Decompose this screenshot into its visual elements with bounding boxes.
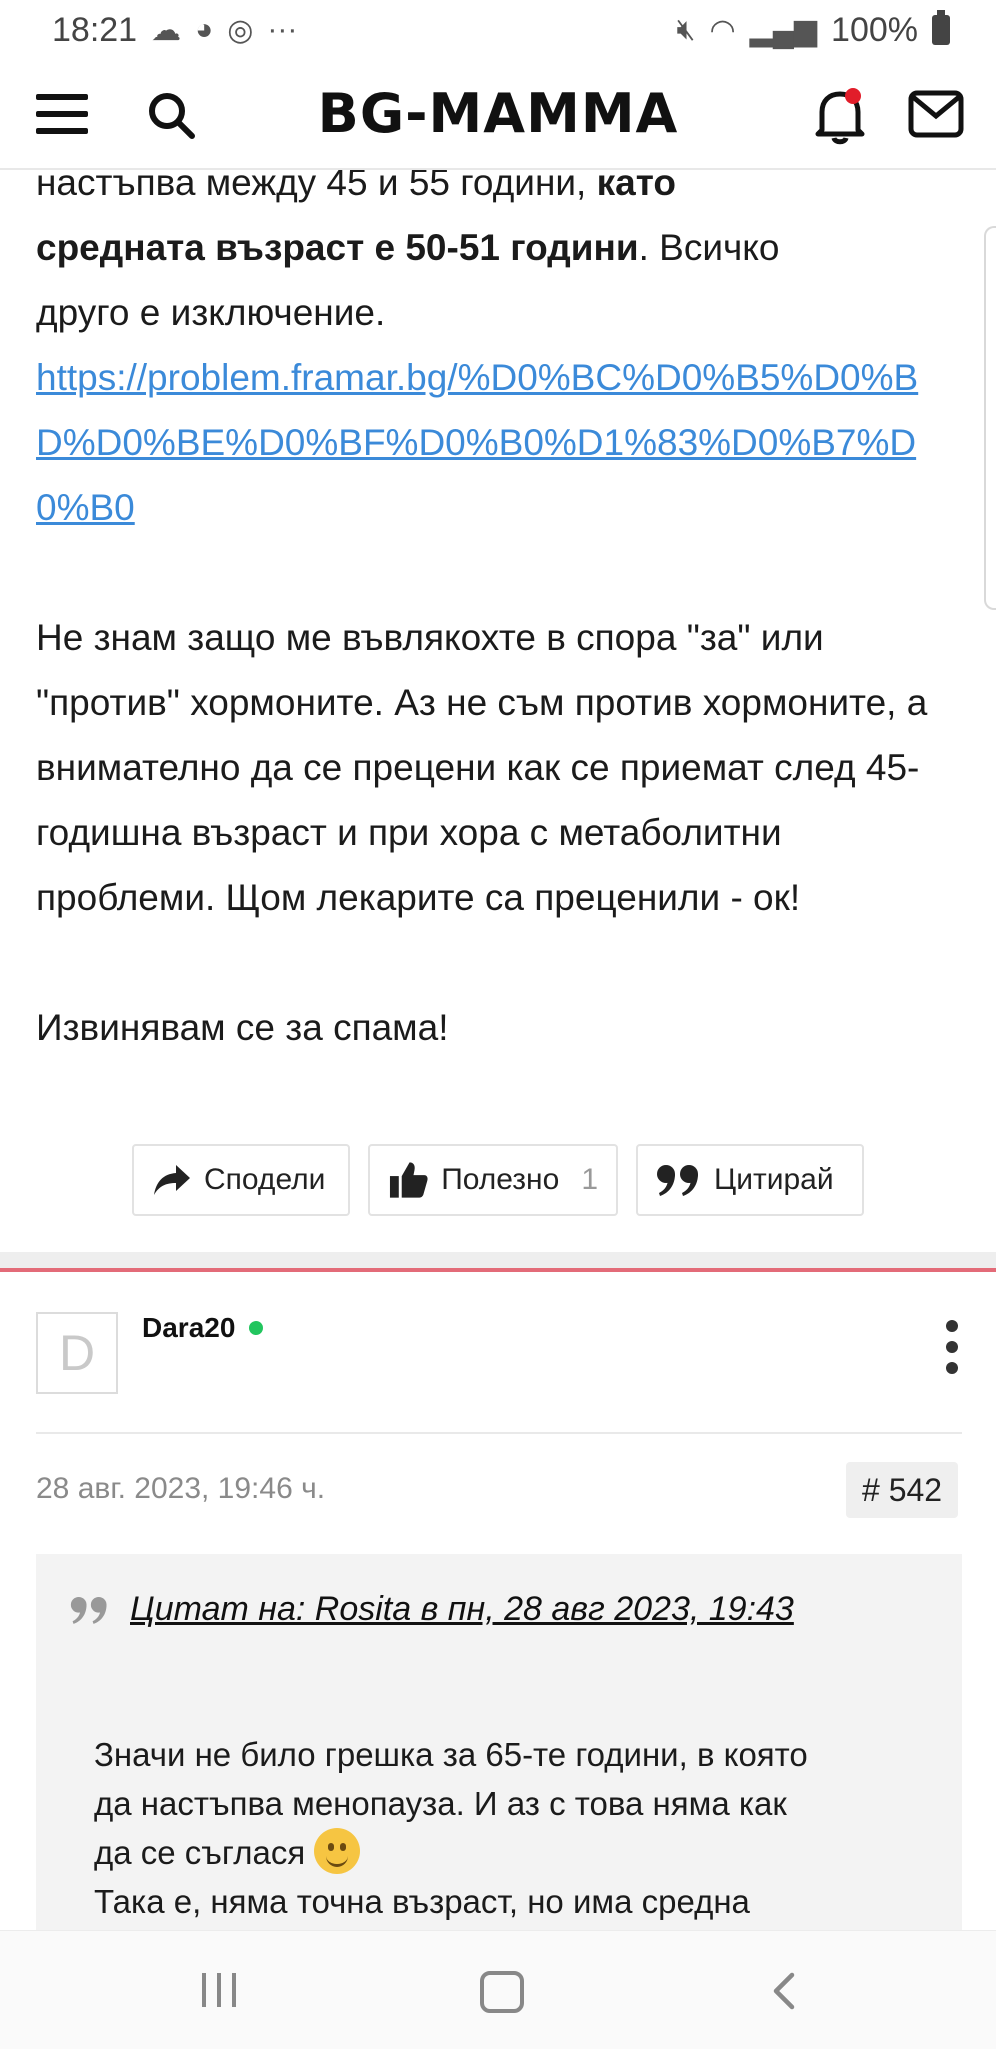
quote-line: Така е, няма точна възраст, но има средн… [94,1883,750,1920]
battery-icon [932,10,950,45]
quote-button[interactable]: Цитирай [636,1144,864,1216]
bold-text: средната възраст е 50-51 години [36,227,639,268]
quote-text: Значи не било грешка за 65-те години, в … [94,1730,924,1926]
post-body: настъпва между 45 и 55 години, като сред… [36,150,966,1060]
more-notifications-icon: ··· [267,13,298,46]
useful-button[interactable]: Полезно 1 [368,1144,618,1216]
post-line: друго е изключение. [36,292,386,333]
instagram-icon: ◎ [227,13,254,47]
quote-label: Цитирай [714,1163,834,1196]
cloud-icon: ☁ [151,13,182,47]
recent-apps-icon[interactable] [202,1973,236,2007]
quote-block: Цитат на: Rosita в пн, 28 авг 2023, 19:4… [36,1554,962,1934]
post-paragraph: Не знам защо ме въвлякохте в спора "за" … [36,617,928,918]
quote-marks-icon [657,1165,698,1196]
quote-line-text: да се съглася [94,1834,306,1871]
quote-source-link[interactable]: Цитат на: Rosita в пн, 28 авг 2023, 19:4… [130,1590,794,1629]
signal-icon: ▂▄▆ [749,13,818,47]
wifi-icon: ◠ [709,13,736,47]
post-line: средната възраст е 50-51 години. Всичко [36,215,966,280]
messenger-icon: ◕ [195,13,214,46]
mute-icon: 🔇︎ [676,13,696,46]
clock: 18:21 [52,10,138,49]
framar-link[interactable]: https://problem.framar.bg/%D0%BC%D0%B5%D… [36,357,918,528]
quote-line: да настъпва менопауза. И аз с това няма … [94,1785,787,1822]
post-paragraph: Извинявам се за спама! [36,1007,449,1048]
quote-line: Значи не било грешка за 65-те години, в … [94,1736,808,1773]
quote-header: Цитат на: Rosita в пн, 28 авг 2023, 19:4… [70,1590,794,1629]
post-actions: Сподели Полезно 1 Цитирай [132,1144,864,1216]
battery-percent: 100% [831,10,918,49]
messages-mail-icon[interactable] [908,90,964,138]
avatar[interactable]: D [36,1312,118,1394]
text: . Всичко [638,227,780,268]
username-text[interactable]: Dara20 [142,1312,235,1344]
username[interactable]: Dara20 [142,1312,264,1344]
online-status-dot [249,1321,264,1335]
header-divider [36,1432,962,1434]
share-button[interactable]: Сподели [132,1144,350,1216]
home-icon[interactable] [480,1971,524,2013]
smiley-emoji-icon [314,1828,361,1874]
post-timestamp: 28 авг. 2023, 19:46 ч. [36,1472,326,1505]
status-bar: 18:21 ☁ ◕ ◎ ··· 🔇︎ ◠ ▂▄▆ 100% [0,0,996,60]
quote-marks-icon [70,1596,107,1624]
share-arrow-icon [154,1165,190,1195]
thumbs-up-icon [389,1162,428,1198]
post-number-badge[interactable]: # 542 [846,1462,959,1518]
app-header: BG-MAMMA [0,60,996,170]
share-label: Сподели [204,1163,326,1196]
quote-line: да се съглася [94,1828,924,1877]
post-separator-accent [0,1268,996,1272]
useful-count: 1 [581,1163,598,1196]
back-icon[interactable] [764,1969,808,2013]
more-options-icon[interactable] [940,1320,964,1374]
useful-label: Полезно [441,1163,560,1196]
system-navigation-bar [0,1930,996,2049]
notifications-bell-icon[interactable] [812,86,868,146]
scroll-indicator[interactable] [984,226,996,610]
